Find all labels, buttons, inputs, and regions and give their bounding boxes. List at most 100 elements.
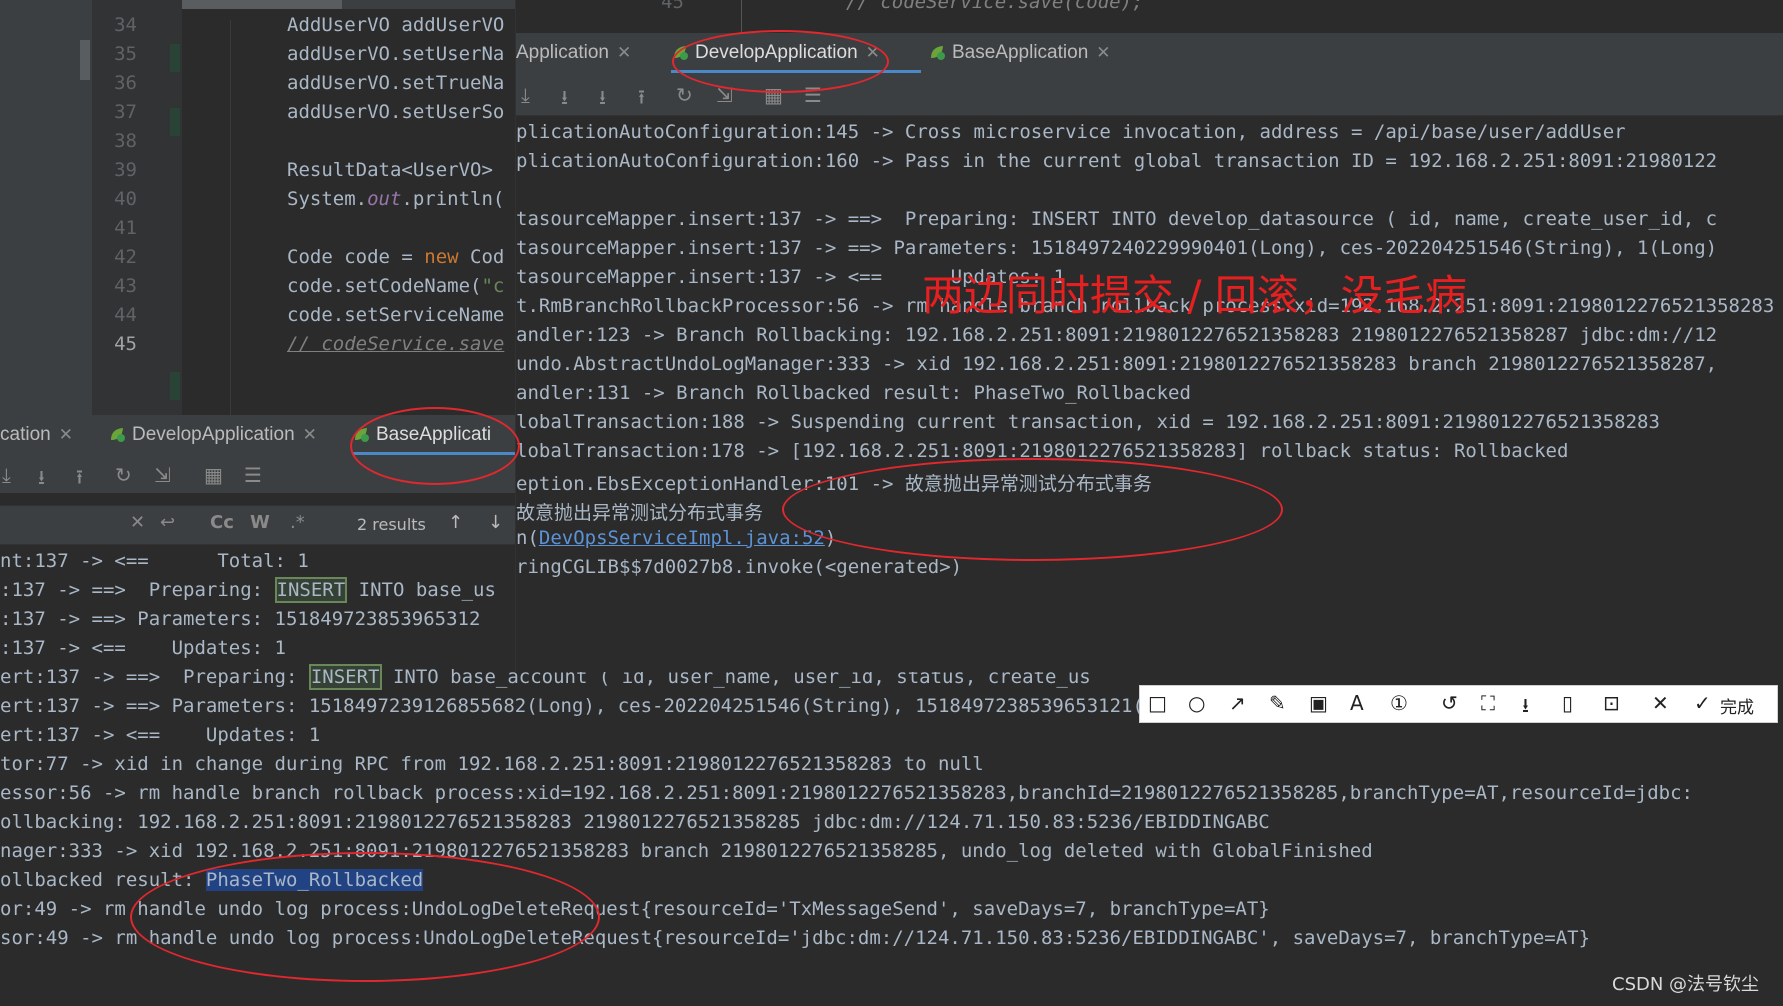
log-line[interactable]: :137 -> <== Updates: 1 [0,637,286,659]
number-icon[interactable]: ① [1390,691,1408,715]
arrow-icon[interactable]: ↗ [1229,691,1246,715]
log-line[interactable]: nt:137 -> <== Total: 1 [0,550,309,572]
text-icon[interactable]: A [1350,691,1364,715]
confirm-icon[interactable]: ✓ [1694,691,1711,715]
line-number: 40 [114,188,137,210]
print-icon[interactable]: ▦ [204,463,223,487]
text-segment: .println( [401,188,505,210]
restore-icon[interactable]: ↻ [676,83,693,107]
log-line[interactable]: ringCGLIB$$7d0027b8.invoke(<generated>) [516,556,962,578]
whole-word-toggle[interactable]: W [250,512,270,533]
text-segment: addUserVO.setTrueNa [287,72,505,94]
line-number: 36 [114,72,137,94]
tab-application[interactable]: Application ✕ [516,33,631,73]
done-button-label[interactable]: 完成 [1720,693,1754,718]
filter-icon[interactable]: ⇲ [154,463,171,487]
log-line[interactable]: plicationAutoConfiguration:145 -> Cross … [516,121,1626,143]
run-console-top[interactable]: 45 // codeService.save(code); Applicatio… [515,0,1783,672]
save-icon[interactable]: ⊡ [1603,691,1620,715]
text-segment: addUserVO.setUserSo [287,101,505,123]
restore-icon[interactable]: ↻ [115,463,132,487]
log-line[interactable]: :137 -> ==> Preparing: INSERT INTO base_… [0,577,496,603]
log-line[interactable]: tasourceMapper.insert:137 -> ==> Prepari… [516,208,1717,230]
text-segment: lobalTransaction:188 -> Suspending curre… [516,411,1660,433]
code-line[interactable]: addUserVO.setUserSo [287,101,504,123]
code-line[interactable]: addUserVO.setUserNa [287,43,504,65]
close-icon[interactable]: ✕ [303,425,317,444]
new-line-icon[interactable]: ↩ [160,512,175,533]
download-alt-icon[interactable]: ⭳ [599,83,606,117]
text-segment: tasourceMapper.insert:137 -> ==> Prepari… [516,208,1718,230]
text-segment: andler:123 -> Branch Rollbacking: 192.16… [516,324,1718,346]
pen-icon[interactable]: ✎ [1269,691,1286,715]
code-editor[interactable]: 34 35 36 37 38 39 40 41 42 43 44 45 AddUserVO addUs… [0,0,515,415]
tab-develop-application[interactable]: DevelopApplication ✕ [108,415,317,455]
log-line[interactable]: tor:77 -> xid in change during RPC from … [0,753,984,775]
code-line[interactable]: code.setCodeName("c [287,275,504,297]
strip-handle[interactable] [80,40,90,80]
log-line[interactable]: n(DevOpsServiceImpl.java:52) [516,527,836,549]
text-segment: n( [516,527,539,549]
ellipse-icon[interactable]: ○ [1188,691,1205,715]
text-segment: "c [481,275,505,297]
close-icon[interactable]: ✕ [59,425,73,444]
text-segment: :137 -> ==> Parameters: 1518497238539653… [0,608,481,630]
upload-icon[interactable]: ⭱ [638,83,645,117]
tab-base-application[interactable]: BaseApplication ✕ [928,33,1111,73]
log-line[interactable]: 故意抛出异常测试分布式事务 [516,498,763,525]
mosaic-icon[interactable]: ▣ [1309,691,1328,715]
log-line[interactable]: undo.AbstractUndoLogManager:333 -> xid 1… [516,353,1717,375]
text-segment: Cod [458,246,505,268]
highlight-ellipse-phase-two [130,852,600,982]
undo-icon[interactable]: ↺ [1441,691,1458,715]
previous-occurrence-icon[interactable]: ↑ [448,512,463,533]
text-segment: ollbacking: 192.168.2.251:8091:219801227… [0,811,1270,833]
scroll-to-end-icon[interactable]: ⤓ [521,83,530,107]
download-icon[interactable]: ⭳ [38,463,45,497]
match-case-toggle[interactable]: Cc [210,512,234,533]
log-line[interactable]: andler:123 -> Branch Rollbacking: 192.16… [516,324,1717,346]
line-number: 35 [114,43,137,65]
code-line[interactable]: // codeService.save [287,333,504,355]
tab-label: cation [0,424,51,445]
text-segment: code.setCodeName( [287,275,482,297]
code-line[interactable]: addUserVO.setTrueNa [287,72,504,94]
log-line[interactable]: nager:333 -> xid 192.168.2.251:8091:2198… [0,840,1373,862]
settings-list-icon[interactable]: ☰ [244,463,262,487]
log-line[interactable]: tasourceMapper.insert:137 -> ==> Paramet… [516,237,1717,259]
text-segment: AddUserVO addUserVO [287,14,505,36]
code-line[interactable]: code.setServiceName [287,304,504,326]
clear-search-icon[interactable]: ✕ [130,512,145,533]
close-icon[interactable]: ✕ [617,43,631,62]
next-occurrence-icon[interactable]: ↓ [488,512,503,533]
code-line[interactable]: AddUserVO addUserVO [287,14,504,36]
log-line[interactable]: ollbacking: 192.168.2.251:8091:219801227… [0,811,1270,833]
text-segment: :137 -> <== Updates: 1 [0,637,286,659]
download-icon[interactable]: ⭳ [561,83,568,117]
pin-icon[interactable]: ▯ [1562,691,1573,715]
log-line[interactable]: :137 -> ==> Parameters: 1518497238539653… [0,608,480,630]
ocr-icon[interactable]: ⛶ [1481,691,1495,715]
tool-window-strip [0,0,92,415]
code-line[interactable]: Code code = new Cod [287,246,504,268]
log-line[interactable]: andler:131 -> Branch Rollbacked result: … [516,382,1191,404]
line-number: 37 [114,101,137,123]
log-line[interactable]: plicationAutoConfiguration:160 -> Pass i… [516,150,1717,172]
scroll-to-end-icon[interactable]: ⤓ [2,463,11,487]
log-line[interactable]: lobalTransaction:188 -> Suspending curre… [516,411,1660,433]
text-segment: undo.AbstractUndoLogManager:333 -> xid 1… [516,353,1718,375]
close-icon[interactable]: ✕ [1096,43,1110,62]
code-line[interactable]: ResultData<UserVO> [287,159,493,181]
regex-toggle[interactable]: .* [290,512,305,533]
close-icon[interactable]: ✕ [1652,691,1669,715]
tab-application[interactable]: cation ✕ [0,415,73,455]
rectangle-icon[interactable]: □ [1148,691,1167,715]
text-segment: out [367,188,402,210]
download-icon[interactable]: ⭳ [1522,691,1529,725]
log-line[interactable]: essor:56 -> rm handle branch rollback pr… [0,782,1693,804]
tab-label: BaseApplication [952,42,1089,63]
log-line[interactable]: ert:137 -> <== Updates: 1 [0,724,320,746]
code-line[interactable]: System.out.println( [287,188,504,210]
source-link[interactable]: DevOpsServiceImpl.java:52 [539,527,825,549]
upload-icon[interactable]: ⭱ [76,463,83,497]
